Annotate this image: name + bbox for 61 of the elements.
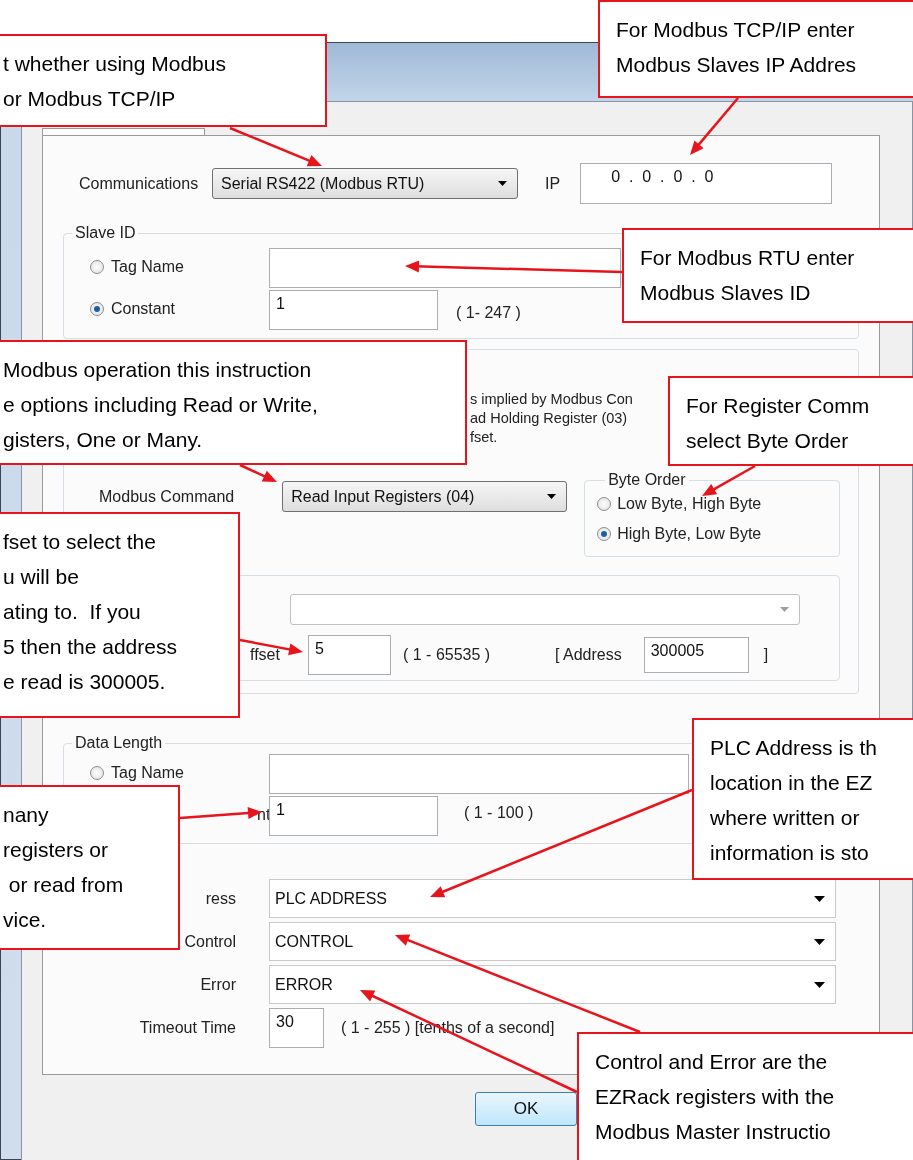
radio-button[interactable] [90, 302, 104, 316]
arrow [239, 463, 277, 482]
callout-text: For Modbus TCP/IP enter Modbus Slaves IP Addres [598, 0, 913, 98]
radio-button[interactable] [90, 766, 104, 780]
ip-address-field[interactable]: 0 . 0 . 0 . 0 [580, 163, 833, 204]
constant-field[interactable]: 1 [269, 290, 438, 330]
callout-text: Modbus operation this instruction e options including Read or Write, gisters, One or Many. [0, 340, 467, 465]
caret-icon [547, 494, 557, 499]
field-label: Modbus Command [99, 488, 235, 506]
register-dropdown[interactable]: PLC ADDRESS [269, 879, 836, 918]
callout-text: PLC Address is th location in the EZ where written or information is sto [692, 718, 913, 880]
group-label: Byte Order [607, 471, 687, 489]
timeout-field[interactable]: 30 [269, 1007, 324, 1048]
caret-icon [814, 938, 825, 945]
register-dropdown[interactable] [290, 594, 800, 625]
modbus-command-dropdown[interactable]: Read Input Registers (04) [282, 481, 568, 512]
radio-label: Tag Name [111, 764, 184, 782]
field-label: Communications [78, 174, 200, 193]
address-field: 300005 [643, 637, 749, 673]
tag-name-field[interactable] [269, 248, 621, 288]
callout-text: For Register Comm select Byte Order [668, 376, 913, 466]
tab[interactable] [42, 128, 205, 135]
callout-text: For Modbus RTU enter Modbus Slaves ID [622, 228, 913, 323]
caret-icon [498, 181, 507, 186]
constant-field[interactable]: 1 [269, 796, 438, 836]
range-label: ( 1 - 65535 ) [403, 646, 492, 664]
communications-dropdown[interactable]: Serial RS422 (Modbus RTU) [212, 168, 518, 199]
field-label: Control [184, 932, 236, 950]
ok-button[interactable]: OK [475, 1092, 577, 1126]
caret-icon [814, 895, 825, 902]
field-label: IP [545, 174, 561, 193]
arrow [702, 464, 756, 496]
tag-name-field[interactable] [269, 754, 689, 794]
field-label: Error [200, 975, 236, 993]
field-label: [ Address [555, 646, 622, 664]
radio-label: High Byte, Low Byte [617, 525, 762, 543]
callout-text: t whether using Modbus or Modbus TCP/IP [0, 34, 327, 127]
radio-label: Tag Name [111, 258, 184, 276]
callout-text: Control and Error are the EZRack registers with the Modbus Master Instructio [577, 1032, 913, 1160]
radio-label: Low Byte, High Byte [617, 495, 762, 513]
bracket-text: ] [763, 646, 769, 664]
radio-button[interactable] [597, 527, 612, 541]
callout-text: nany registers or or read from vice. [0, 785, 180, 950]
radio-button[interactable] [90, 260, 104, 274]
arrow [690, 97, 739, 155]
register-dropdown[interactable]: CONTROL [269, 922, 836, 961]
group-label: Data Length [74, 734, 164, 752]
field-label: Timeout Time [139, 1018, 236, 1036]
caret-icon [814, 981, 825, 988]
range-label: ( 1 - 100 ) [464, 804, 534, 822]
field-label: ffset [250, 646, 281, 664]
register-dropdown[interactable]: ERROR [269, 965, 836, 1004]
radio-button[interactable] [597, 497, 612, 511]
description-text: s implied by Modbus Con ad Holding Register (03) fset. [470, 390, 633, 444]
range-label: ( 1- 247 ) [456, 304, 521, 322]
callout-text: fset to select the u will be ating to. If you 5 then the address e read is 300005. [0, 512, 240, 718]
caret-icon [780, 607, 789, 612]
radio-label: Constant [111, 300, 176, 318]
field-label: ress [205, 889, 236, 907]
offset-field[interactable]: 5 [308, 635, 391, 675]
group-label: Slave ID [74, 224, 137, 242]
